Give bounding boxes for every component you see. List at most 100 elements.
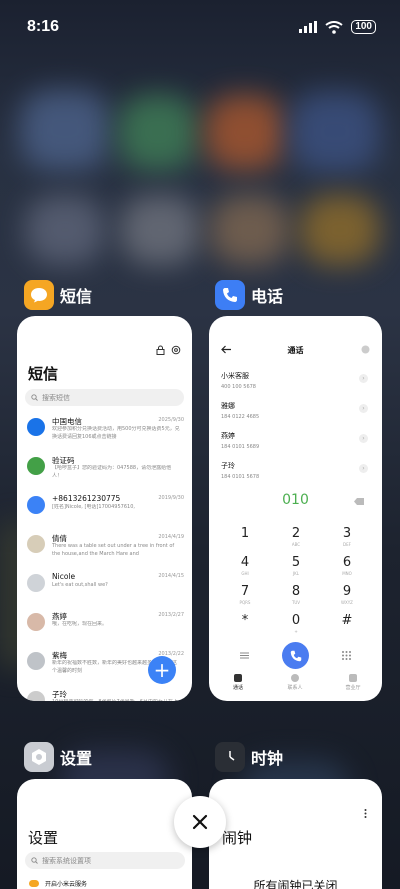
dial-key[interactable]: 8 TUV bbox=[276, 584, 316, 605]
contact-name: 小米客服 bbox=[221, 372, 249, 380]
list-item[interactable]: Nicole 2014/4/15 Let's eat out,shall we? bbox=[17, 568, 192, 607]
cloud-icon bbox=[29, 880, 39, 887]
message-preview: 欢迎参加积分兑换话费活动，用500分可兑换话费5元，兑换话费请回复106或点击链… bbox=[52, 426, 180, 440]
search-icon bbox=[31, 394, 38, 401]
dial-key[interactable]: 2 ABC bbox=[276, 526, 316, 547]
dial-key[interactable]: # bbox=[327, 613, 367, 629]
tab-service-hall[interactable]: 营业厅 bbox=[333, 674, 373, 691]
contact-entry[interactable]: 雅娜 184 0122 4685 bbox=[221, 401, 259, 420]
dial-key-digit: 9 bbox=[342, 584, 352, 599]
search-input[interactable]: 搜索短信 bbox=[25, 389, 184, 406]
menu-icon[interactable] bbox=[240, 652, 249, 659]
message-preview: 【哈啰盒子】您的验证码为：047588，请勿泄露给他人！ bbox=[52, 465, 172, 479]
contact-name: 雅娜 bbox=[221, 402, 235, 410]
messages-card[interactable]: 短信 搜索短信 中国电信 2025/9/30 欢迎参加积分兑换话费活动，用500分可… bbox=[17, 316, 192, 701]
dial-key[interactable]: 6 MNO bbox=[327, 555, 367, 576]
wifi-icon bbox=[325, 20, 343, 34]
list-item[interactable]: 验证码 【哈啰盒子】您的验证码为：047588，请勿泄露给他人！ bbox=[17, 451, 192, 490]
contact-name: 燕婷 bbox=[221, 432, 235, 440]
dial-key[interactable]: * bbox=[225, 613, 265, 629]
dial-key-letters: JKL bbox=[292, 571, 300, 576]
list-item[interactable]: 子玲10分想念可怜的你，8张照片7张最新，6月中的女儿在上班，4条大白，3只 bbox=[17, 685, 192, 701]
status-bar: 8:16 100 bbox=[0, 0, 400, 56]
clear-all-button[interactable] bbox=[174, 796, 226, 848]
dial-key-digit: 0 bbox=[291, 613, 301, 628]
avatar bbox=[27, 457, 45, 475]
dial-key[interactable]: 3 DEF bbox=[327, 526, 367, 547]
tab-calls[interactable]: 通话 bbox=[218, 674, 258, 691]
message-sender: Nicole bbox=[52, 572, 76, 581]
dial-key[interactable]: 0 + bbox=[276, 613, 316, 634]
message-date: 2014/4/15 bbox=[158, 573, 184, 579]
phone-app-label: 电话 bbox=[251, 287, 284, 306]
messages-app-header[interactable]: 短信 bbox=[24, 280, 92, 310]
calls-tab-icon bbox=[234, 674, 242, 682]
compose-button[interactable]: + bbox=[148, 656, 176, 684]
avatar bbox=[27, 652, 45, 670]
tab-contacts[interactable]: 联系人 bbox=[275, 674, 315, 691]
settings-gear-icon[interactable] bbox=[361, 345, 370, 354]
list-item[interactable]: 中国电信 2025/9/30 欢迎参加积分兑换话费活动，用500分可兑换话费5元，兑… bbox=[17, 412, 192, 451]
more-options-icon[interactable] bbox=[364, 809, 367, 818]
chevron-right-icon[interactable]: › bbox=[359, 404, 368, 413]
dial-key[interactable]: 9 WXYZ bbox=[327, 584, 367, 605]
settings-item-cloud[interactable]: 开启小米云服务 bbox=[29, 879, 87, 888]
list-item[interactable]: +8613261230775 2019/9/30 [姓名]Nicole, [电话]1… bbox=[17, 490, 192, 529]
settings-card[interactable]: 设置 搜索系统设置项 开启小米云服务 bbox=[17, 779, 192, 889]
dial-key-digit: 7 bbox=[240, 584, 250, 599]
clock-card[interactable]: 闹钟 所有闹钟已关闭 bbox=[209, 779, 382, 889]
page-title: 短信 bbox=[28, 365, 59, 383]
backspace-icon[interactable] bbox=[354, 498, 364, 505]
dial-key-digit: 4 bbox=[240, 555, 250, 570]
keypad-grid-icon[interactable] bbox=[342, 651, 351, 660]
page-title: 通话 bbox=[287, 346, 304, 355]
message-preview: Let's eat out,shall we? bbox=[52, 582, 108, 588]
dial-key-letters: TUV bbox=[291, 600, 301, 605]
settings-app-header[interactable]: 设置 bbox=[24, 742, 92, 772]
dial-key-letters: GHI bbox=[241, 571, 249, 576]
phone-card[interactable]: 通话 小米客服 400 100 5678 › 雅娜 184 0122 4685 › 燕婷 18… bbox=[209, 316, 382, 701]
dial-key-digit: 6 bbox=[342, 555, 352, 570]
search-placeholder: 搜索系统设置项 bbox=[42, 856, 91, 865]
dial-key-digit: 1 bbox=[240, 526, 250, 541]
call-button[interactable] bbox=[282, 642, 309, 669]
chevron-right-icon[interactable]: › bbox=[359, 434, 368, 443]
lock-icon[interactable] bbox=[156, 345, 165, 355]
avatar bbox=[27, 418, 45, 436]
phone-icon bbox=[215, 280, 245, 310]
contact-entry[interactable]: 子玲 184 0101 5678 bbox=[221, 461, 259, 480]
message-preview: 10分想念可怜的你，8张照片7张最新，6月中的女儿在上班，4条大白，3只 bbox=[52, 699, 180, 701]
plus-icon: + bbox=[153, 658, 171, 682]
dial-key[interactable]: 1 bbox=[225, 526, 265, 542]
dial-key-letters: DEF bbox=[343, 542, 351, 547]
message-sender: +8613261230775 bbox=[52, 494, 121, 503]
phone-icon bbox=[290, 650, 301, 661]
chevron-right-icon[interactable]: › bbox=[359, 374, 368, 383]
page-title: 设置 bbox=[28, 829, 59, 847]
phone-app-header[interactable]: 电话 bbox=[215, 280, 283, 310]
search-icon bbox=[31, 857, 38, 864]
dial-key-letters: WXYZ bbox=[341, 600, 353, 605]
search-placeholder: 搜索短信 bbox=[42, 393, 70, 402]
settings-gear-icon[interactable] bbox=[171, 345, 181, 355]
dial-key-digit: * bbox=[241, 613, 249, 628]
page-title: 闹钟 bbox=[222, 829, 253, 847]
dial-key[interactable]: 4 GHI bbox=[225, 555, 265, 576]
message-date: 2025/9/30 bbox=[158, 417, 184, 423]
settings-app-label: 设置 bbox=[60, 749, 93, 768]
search-input[interactable]: 搜索系统设置项 bbox=[25, 852, 185, 869]
message-preview: 哦，在吃呢，现在回来。 bbox=[52, 621, 108, 627]
dial-key[interactable]: 7 PQRS bbox=[225, 584, 265, 605]
list-item[interactable]: 燕婷 2013/2/27 哦，在吃呢，现在回来。 bbox=[17, 607, 192, 646]
clock-app-header[interactable]: 时钟 bbox=[215, 742, 283, 772]
dial-key-letters: MNO bbox=[342, 571, 352, 576]
list-item[interactable]: 倩倩 2014/4/19 There was a table set out und… bbox=[17, 529, 192, 568]
message-preview: There was a table set out under a tree i… bbox=[52, 543, 175, 557]
dial-key-letters: ABC bbox=[291, 542, 301, 547]
avatar bbox=[27, 574, 45, 592]
dial-key-digit: # bbox=[341, 613, 353, 628]
dial-key[interactable]: 5 JKL bbox=[276, 555, 316, 576]
contact-entry[interactable]: 燕婷 184 0101 5689 bbox=[221, 431, 259, 450]
chevron-right-icon[interactable]: › bbox=[359, 464, 368, 473]
contact-entry[interactable]: 小米客服 400 100 5678 bbox=[221, 371, 256, 390]
